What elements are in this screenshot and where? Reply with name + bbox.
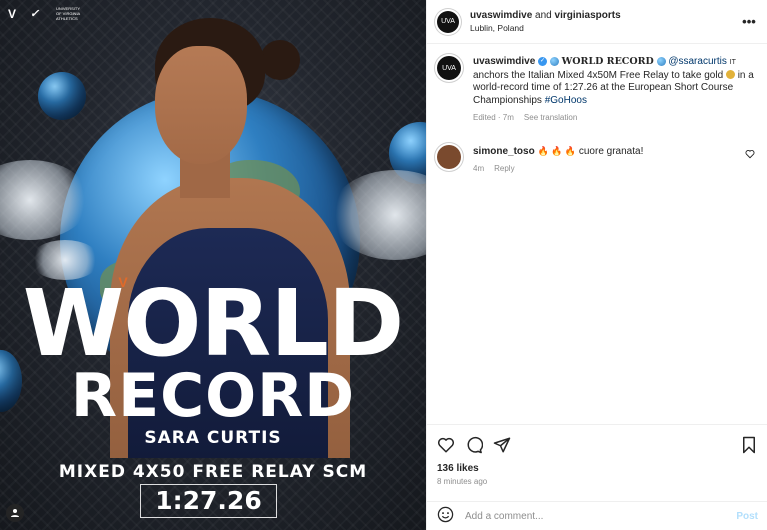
comment-body: simone_toso 🔥 🔥 🔥 cuore granata! 4m Reply: [473, 145, 743, 176]
send-icon: [493, 437, 511, 453]
bookmark-icon: [743, 436, 755, 454]
gold-medal-emoji-icon: [725, 70, 735, 80]
comment-meta: 4m Reply: [473, 163, 743, 176]
comment-item: simone_toso 🔥 🔥 🔥 cuore granata! 4m Reply: [437, 144, 757, 176]
smiley-icon: [437, 506, 454, 523]
comment-age: 4m: [473, 164, 485, 173]
athlete-name: SARA CURTIS: [144, 428, 282, 448]
event-name: MIXED 4X50 FREE RELAY SCM: [58, 462, 368, 482]
share-button[interactable]: [493, 435, 521, 455]
uva-logo-icon: V: [8, 6, 17, 21]
mention-link[interactable]: @ssaracurtis: [668, 56, 727, 67]
hashtag-link[interactable]: #GoHoos: [545, 95, 587, 106]
comment-username[interactable]: simone_toso: [473, 146, 535, 157]
nike-logo-icon: ✓: [30, 7, 40, 20]
comment-composer: Post: [427, 501, 767, 530]
post-timestamp[interactable]: 8 minutes ago: [437, 477, 758, 486]
headline-world: WORLD: [22, 270, 405, 377]
author-connector: and: [532, 10, 555, 21]
globe-emoji-icon: [549, 56, 559, 66]
avatar[interactable]: UVA: [437, 10, 459, 33]
uva-athletics-wordmark: UNIVERSITY OF VIRGINIA ATHLETICS: [56, 6, 81, 21]
post-authors: uvaswimdive and virginiasports: [470, 9, 741, 22]
instagram-post-view: V V ✓ UNIVERSITY OF VIRGINIA ATHLETICS W…: [0, 0, 767, 530]
globe-emoji-icon: [656, 56, 666, 66]
post-header-text: uvaswimdive and virginiasports Lublin, P…: [470, 9, 741, 34]
sponsor-logos: V ✓ UNIVERSITY OF VIRGINIA ATHLETICS: [8, 6, 86, 21]
avatar[interactable]: [437, 144, 461, 169]
record-time: 1:27.26: [140, 484, 277, 518]
emoji-button[interactable]: [437, 506, 454, 526]
fire-emoji-icon: 🔥 🔥 🔥: [537, 145, 577, 156]
comment-text: cuore granata!: [576, 145, 644, 157]
verified-badge-icon: ✓: [538, 56, 548, 66]
post-image[interactable]: V V ✓ UNIVERSITY OF VIRGINIA ATHLETICS W…: [0, 0, 426, 530]
heart-icon: [437, 437, 455, 453]
italy-flag-emoji: IT: [729, 59, 736, 66]
edited-label: Edited · 7m: [473, 113, 514, 122]
like-count[interactable]: 136 likes: [437, 463, 758, 474]
earth-globe-small: [38, 72, 86, 120]
headline-record: RECORD: [70, 361, 356, 431]
caption: UVA uvaswimdive ✓ WORLD RECORD @ssaracur…: [437, 56, 757, 125]
caption-title: WORLD RECORD: [561, 56, 654, 67]
like-button[interactable]: [437, 435, 465, 455]
comment-input[interactable]: [465, 510, 737, 522]
caption-text: anchors the Italian Mixed 4x50M Free Rel…: [473, 69, 726, 81]
user-icon: [11, 509, 19, 517]
comment-icon: [467, 436, 483, 454]
like-comment-heart-icon[interactable]: [743, 149, 757, 176]
comments-list[interactable]: UVA uvaswimdive ✓ WORLD RECORD @ssaracur…: [427, 44, 767, 424]
post-header: UVA uvaswimdive and virginiasports Lubli…: [427, 0, 767, 44]
see-translation-link[interactable]: See translation: [524, 113, 577, 122]
caption-username[interactable]: uvaswimdive: [473, 56, 535, 67]
save-button[interactable]: [730, 435, 758, 455]
reply-button[interactable]: Reply: [494, 164, 514, 173]
action-icon-row: [437, 435, 758, 455]
comment-button[interactable]: [465, 435, 493, 455]
avatar[interactable]: UVA: [437, 56, 461, 80]
post-details-panel: UVA uvaswimdive and virginiasports Lubli…: [426, 0, 767, 530]
post-actions: 136 likes 8 minutes ago: [427, 424, 767, 486]
tagged-users-button[interactable]: [6, 504, 24, 522]
coauthor-link[interactable]: virginiasports: [555, 10, 621, 21]
caption-meta: Edited · 7m See translation: [473, 112, 757, 125]
more-options-icon[interactable]: •••: [741, 14, 757, 29]
author-link[interactable]: uvaswimdive: [470, 10, 532, 21]
post-comment-button[interactable]: Post: [736, 511, 758, 522]
caption-body: uvaswimdive ✓ WORLD RECORD @ssaracurtis …: [473, 56, 757, 125]
location-link[interactable]: Lublin, Poland: [470, 22, 741, 34]
